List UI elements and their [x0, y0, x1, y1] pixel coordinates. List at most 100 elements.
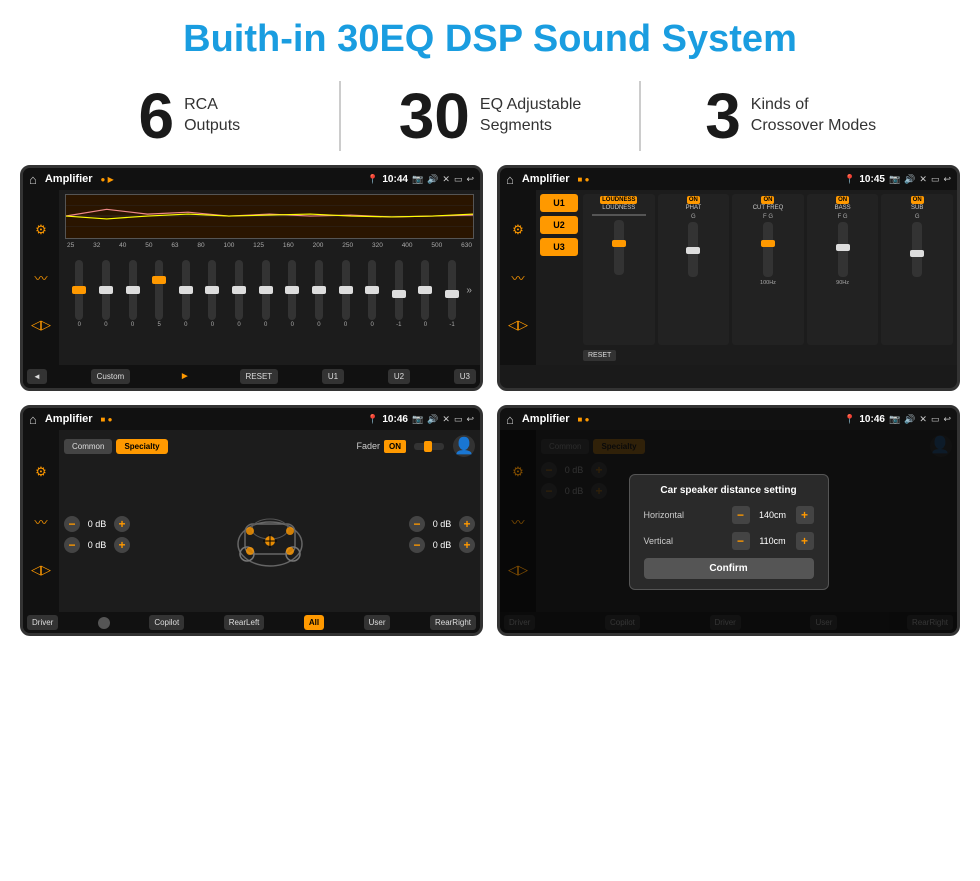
reset-btn[interactable]: RESET	[240, 369, 279, 384]
eq-slider-1[interactable]: 0	[94, 260, 119, 328]
on-badge-bass[interactable]: ON	[836, 196, 849, 204]
eq-slider-0[interactable]: 0	[67, 260, 92, 328]
x-icon-3: ✕	[442, 414, 450, 425]
eq-slider-12[interactable]: -1	[387, 260, 412, 328]
horizontal-controls: − 140cm +	[732, 506, 814, 524]
screen-fader: ⌂ Amplifier ■ ● 📍 10:46 📷 🔊 ✕ ▭ ↩ ⚙ 〰 ◁▷	[20, 405, 483, 636]
horizontal-minus[interactable]: −	[732, 506, 750, 524]
u3-btn[interactable]: U3	[454, 369, 476, 384]
eq-slider-7[interactable]: 0	[253, 260, 278, 328]
vol-rl-plus[interactable]: +	[114, 537, 130, 553]
vol-fl-plus[interactable]: +	[114, 516, 130, 532]
on-badge-loudness[interactable]: LOUDNESS	[600, 196, 637, 204]
status-right-3: 📍 10:46 📷 🔊 ✕ ▭ ↩	[367, 414, 474, 425]
screen4-time: 10:46	[859, 414, 885, 425]
distance-dialog: Car speaker distance setting Horizontal …	[629, 474, 829, 590]
eq-slider-8[interactable]: 0	[280, 260, 305, 328]
u1-preset[interactable]: U1	[540, 194, 578, 212]
eq-slider-13[interactable]: 0	[413, 260, 438, 328]
eq-slider-9[interactable]: 0	[307, 260, 332, 328]
vol-icon-4: 🔊	[904, 414, 915, 425]
tab-specialty-3[interactable]: Specialty	[116, 439, 167, 454]
on-badge-sub[interactable]: ON	[911, 196, 924, 204]
vol-rr-minus[interactable]: −	[409, 537, 425, 553]
rearright-btn[interactable]: RearRight	[430, 615, 476, 630]
ch-bass: ON BASS F G 90Hz	[807, 194, 879, 345]
wave-icon[interactable]: 〰	[28, 265, 54, 291]
fader-on-btn[interactable]: ON	[384, 440, 406, 453]
person-icon[interactable]: 👤	[453, 435, 475, 457]
driver-btn[interactable]: Driver	[27, 615, 58, 630]
eq-sliders: 0 0 0 5 0 0 0 0 0 0 0 0 -1 0 -1 »	[65, 253, 474, 328]
vol-rl-minus[interactable]: −	[64, 537, 80, 553]
status-right-1: 📍 10:44 📷 🔊 ✕ ▭ ↩	[367, 174, 474, 185]
eq-slider-4[interactable]: 0	[174, 260, 199, 328]
stats-row: 6 RCAOutputs 30 EQ AdjustableSegments 3 …	[0, 71, 980, 165]
vertical-minus[interactable]: −	[732, 532, 750, 550]
home-icon-2[interactable]: ⌂	[506, 172, 514, 187]
play-btn[interactable]: ►	[174, 368, 196, 385]
back-icon-4: ↩	[943, 414, 951, 425]
screen3-title: Amplifier	[45, 413, 93, 425]
prev-btn[interactable]: ◄	[27, 369, 47, 384]
x-icon-1: ✕	[442, 174, 450, 185]
wave-icon-2[interactable]: 〰	[505, 265, 531, 291]
stat-divider-1	[339, 81, 341, 151]
eq-icon-2[interactable]: ⚙	[505, 217, 531, 243]
eq-slider-2[interactable]: 0	[120, 260, 145, 328]
rearleft-btn[interactable]: RearLeft	[224, 615, 265, 630]
vertical-plus[interactable]: +	[796, 532, 814, 550]
eq-slider-10[interactable]: 0	[333, 260, 358, 328]
eq-icon[interactable]: ⚙	[28, 217, 54, 243]
dialog-overlay: Car speaker distance setting Horizontal …	[500, 430, 957, 633]
status-right-4: 📍 10:46 📷 🔊 ✕ ▭ ↩	[844, 414, 951, 425]
vol-row-rr: − 0 dB +	[409, 537, 475, 553]
home-icon-1[interactable]: ⌂	[29, 172, 37, 187]
copilot-btn[interactable]: Copilot	[149, 615, 184, 630]
vol-side-icon-3[interactable]: ◁▷	[28, 557, 54, 583]
vol-side-icon[interactable]: ◁▷	[28, 312, 54, 338]
u2-preset[interactable]: U2	[540, 216, 578, 234]
horizontal-plus[interactable]: +	[796, 506, 814, 524]
stat-crossover-text: Kinds ofCrossover Modes	[751, 95, 876, 137]
eq-icon-3[interactable]: ⚙	[28, 459, 54, 485]
vol-row-fr: − 0 dB +	[409, 516, 475, 532]
fader-label: Fader	[356, 441, 380, 451]
screen2-body: ⚙ 〰 ◁▷ U1 U2 U3 LOUDNESS	[500, 190, 957, 365]
user-btn[interactable]: User	[364, 615, 391, 630]
on-badge-phat[interactable]: ON	[687, 196, 700, 204]
stat-crossover: 3 Kinds ofCrossover Modes	[661, 84, 920, 148]
rect-icon-4: ▭	[931, 414, 940, 425]
vol-rr-plus[interactable]: +	[459, 537, 475, 553]
vol-side-icon-2[interactable]: ◁▷	[505, 312, 531, 338]
vol-fr-plus[interactable]: +	[459, 516, 475, 532]
home-icon-3[interactable]: ⌂	[29, 412, 37, 427]
left-arrow[interactable]	[98, 617, 110, 629]
horizontal-label: Horizontal	[644, 510, 685, 520]
home-icon-4[interactable]: ⌂	[506, 412, 514, 427]
custom-btn[interactable]: Custom	[91, 369, 131, 384]
vol-fr-minus[interactable]: −	[409, 516, 425, 532]
status-bar-3: ⌂ Amplifier ■ ● 📍 10:46 📷 🔊 ✕ ▭ ↩	[23, 408, 480, 430]
tab-common-3[interactable]: Common	[64, 439, 112, 454]
vol-row-rl: − 0 dB +	[64, 537, 130, 553]
screen1-body: ⚙ 〰 ◁▷ 253240506380100125160200250320400…	[23, 190, 480, 365]
u2-btn[interactable]: U2	[388, 369, 410, 384]
eq-labels: 253240506380100125160200250320400500630	[65, 242, 474, 249]
confirm-button[interactable]: Confirm	[644, 558, 814, 579]
wave-icon-3[interactable]: 〰	[28, 508, 54, 534]
eq-slider-11[interactable]: 0	[360, 260, 385, 328]
vol-fl-minus[interactable]: −	[64, 516, 80, 532]
eq-slider-3[interactable]: 5	[147, 260, 172, 328]
all-btn[interactable]: All	[304, 615, 324, 630]
status-bar-2: ⌂ Amplifier ■ ● 📍 10:45 📷 🔊 ✕ ▭ ↩	[500, 168, 957, 190]
on-badge-cutfreq[interactable]: ON	[761, 196, 774, 204]
u1-btn[interactable]: U1	[322, 369, 344, 384]
expand-icon[interactable]: »	[466, 285, 472, 296]
vol-icon-2: 🔊	[904, 174, 915, 185]
eq-slider-6[interactable]: 0	[227, 260, 252, 328]
eq-slider-5[interactable]: 0	[200, 260, 225, 328]
eq-slider-14[interactable]: -1	[440, 260, 465, 328]
u3-preset[interactable]: U3	[540, 238, 578, 256]
cross-reset-btn[interactable]: RESET	[583, 350, 616, 361]
